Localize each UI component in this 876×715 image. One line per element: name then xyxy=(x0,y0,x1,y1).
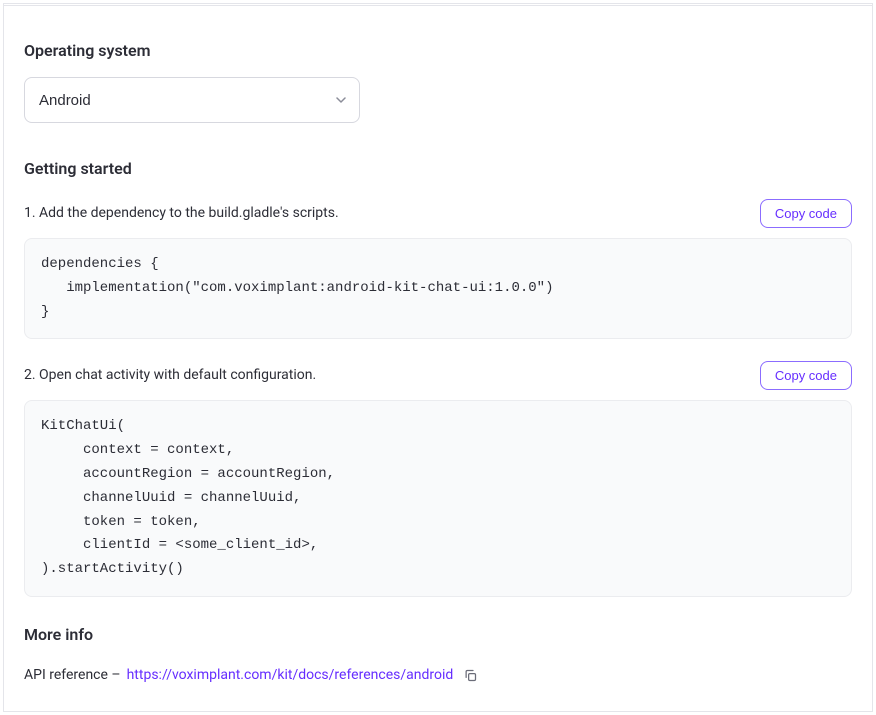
step-row: 2. Open chat activity with default confi… xyxy=(24,361,852,390)
step-text: 1. Add the dependency to the build.gladl… xyxy=(24,203,339,224)
code-block: KitChatUi( context = context, accountReg… xyxy=(24,400,852,597)
api-reference-link[interactable]: https://voximplant.com/kit/docs/referenc… xyxy=(127,665,454,686)
copy-icon xyxy=(463,668,478,683)
code-block: dependencies { implementation("com.voxim… xyxy=(24,238,852,339)
getting-started-heading: Getting started xyxy=(24,157,852,181)
os-select[interactable]: Android xyxy=(24,77,360,123)
os-heading: Operating system xyxy=(24,39,852,63)
doc-page: Operating system Android Getting started… xyxy=(3,3,873,712)
more-info-line: API reference – https://voximplant.com/k… xyxy=(24,665,852,687)
step-row: 1. Add the dependency to the build.gladl… xyxy=(24,199,852,228)
step-text: 2. Open chat activity with default confi… xyxy=(24,365,316,386)
os-select-box[interactable]: Android xyxy=(24,77,360,123)
copy-code-button[interactable]: Copy code xyxy=(760,361,852,390)
copy-link-button[interactable] xyxy=(459,665,481,687)
api-reference-prefix: API reference – xyxy=(24,665,121,686)
copy-code-button[interactable]: Copy code xyxy=(760,199,852,228)
more-info-heading: More info xyxy=(24,623,852,647)
os-select-value: Android xyxy=(39,92,91,109)
